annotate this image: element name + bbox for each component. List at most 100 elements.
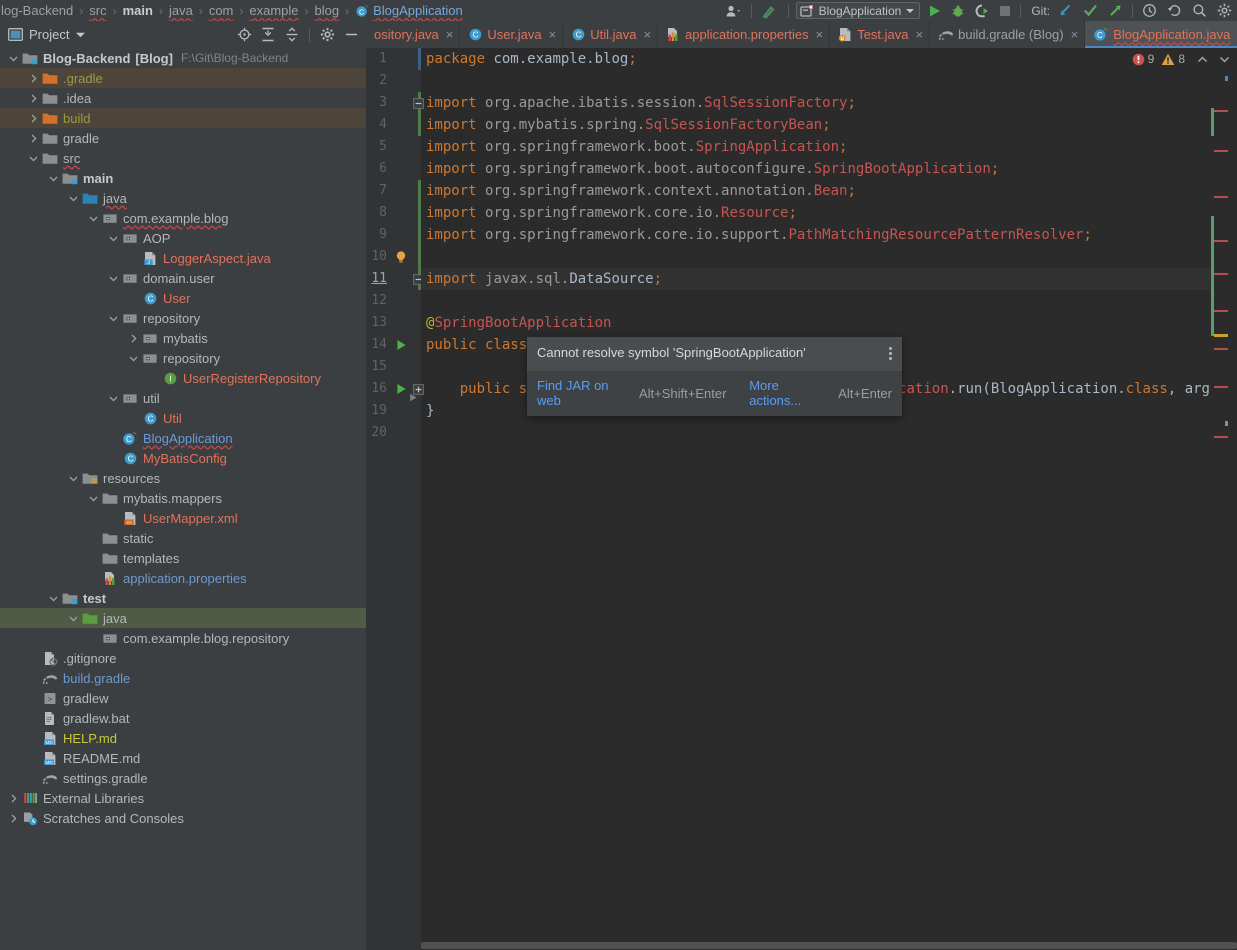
- tree-node-build-gradle[interactable]: build.gradle: [0, 668, 366, 688]
- more-options-icon[interactable]: [877, 345, 892, 362]
- close-icon[interactable]: ×: [916, 28, 924, 41]
- chevron-down-icon[interactable]: [108, 273, 119, 284]
- tree-node-util[interactable]: util: [0, 388, 366, 408]
- breadcrumb-item-example[interactable]: example: [248, 3, 299, 18]
- editor-code-area[interactable]: package com.example.blog; import org.apa…: [421, 48, 1235, 950]
- run-configuration-selector[interactable]: BlogApplication: [795, 2, 921, 19]
- chevron-right-icon[interactable]: [28, 73, 39, 84]
- select-opened-file-icon[interactable]: [233, 24, 255, 46]
- error-stripe-mark[interactable]: [1214, 310, 1228, 312]
- tree-node-mybatis-mappers[interactable]: mybatis.mappers: [0, 488, 366, 508]
- tree-node-readme-md[interactable]: MD README.md: [0, 748, 366, 768]
- code-line[interactable]: @SpringBootApplication: [421, 312, 1210, 334]
- chevron-down-icon[interactable]: [28, 153, 39, 164]
- error-stripe-mark[interactable]: [1214, 240, 1228, 242]
- vcs-change-stripe[interactable]: [1211, 216, 1214, 336]
- update-project-icon[interactable]: [1053, 0, 1078, 21]
- search-everywhere-icon[interactable]: [1187, 0, 1212, 21]
- tree-node-scratches-and-consoles[interactable]: Scratches and Consoles: [0, 808, 366, 828]
- editor-horizontal-scrollbar[interactable]: [421, 940, 1237, 950]
- stop-icon[interactable]: [994, 0, 1016, 21]
- tree-node-settings-gradle[interactable]: settings.gradle: [0, 768, 366, 788]
- breadcrumb-item-main[interactable]: main: [122, 3, 154, 18]
- settings-gear-icon[interactable]: [316, 24, 338, 46]
- tree-node--gradle[interactable]: .gradle: [0, 68, 366, 88]
- close-icon[interactable]: ×: [643, 28, 651, 41]
- user-avatar-icon[interactable]: [720, 0, 747, 21]
- tree-node-loggeraspect-java[interactable]: J LoggerAspect.java: [0, 248, 366, 268]
- code-line[interactable]: [421, 422, 1210, 444]
- chevron-right-icon[interactable]: [128, 333, 139, 344]
- tree-node-templates[interactable]: templates: [0, 548, 366, 568]
- error-stripe-mark[interactable]: [1214, 150, 1228, 152]
- tree-node-resources[interactable]: resources: [0, 468, 366, 488]
- code-line[interactable]: import org.springframework.core.io.Resou…: [421, 202, 1210, 224]
- intention-bulb-icon[interactable]: [394, 246, 408, 268]
- error-stripe-scrollbar[interactable]: [1210, 48, 1237, 950]
- inspection-tooltip-popup[interactable]: Cannot resolve symbol 'SpringBootApplica…: [527, 337, 902, 416]
- editor-tab-test-java[interactable]: Test.java ×: [830, 21, 931, 48]
- tree-node-external-libraries[interactable]: External Libraries: [0, 788, 366, 808]
- tree-node--gitignore[interactable]: .gitignore: [0, 648, 366, 668]
- tree-node-blog-backend[interactable]: Blog-Backend [Blog] F:\Git\Blog-Backend: [0, 48, 366, 68]
- chevron-down-icon[interactable]: [68, 473, 79, 484]
- tree-node-java[interactable]: java: [0, 608, 366, 628]
- find-jar-on-web-action[interactable]: Find JAR on web: [537, 378, 631, 408]
- chevron-down-icon[interactable]: [8, 53, 19, 64]
- vcs-change-stripe[interactable]: [1211, 108, 1214, 136]
- tree-node-help-md[interactable]: MD HELP.md: [0, 728, 366, 748]
- debug-icon[interactable]: [946, 0, 970, 21]
- chevron-down-icon[interactable]: [108, 313, 119, 324]
- editor-gutter[interactable]: 1 2 3 4 5 6 7 8 9 10 11 12 13 14 15 16 19 20: [366, 48, 424, 950]
- breadcrumb-item-blogapplication[interactable]: C BlogApplication: [354, 3, 464, 18]
- code-line[interactable]: import org.springframework.boot.SpringAp…: [421, 136, 1210, 158]
- chevron-down-icon[interactable]: [76, 32, 86, 38]
- tree-node-com-example-blog-repository[interactable]: com.example.blog.repository: [0, 628, 366, 648]
- tree-node-application-properties[interactable]: application.properties: [0, 568, 366, 588]
- error-stripe-mark[interactable]: [1214, 196, 1228, 198]
- code-line[interactable]: import org.springframework.context.annot…: [421, 180, 1210, 202]
- editor-tab-user-java[interactable]: C User.java ×: [460, 21, 564, 48]
- error-stripe-mark[interactable]: [1214, 110, 1228, 112]
- code-line[interactable]: import org.apache.ibatis.session.SqlSess…: [421, 92, 1210, 114]
- tree-node-domain-user[interactable]: domain.user: [0, 268, 366, 288]
- next-problem-icon[interactable]: [1218, 53, 1231, 66]
- build-hammer-icon[interactable]: [756, 0, 784, 21]
- tree-node-blogapplication[interactable]: C BlogApplication: [0, 428, 366, 448]
- previous-problem-icon[interactable]: [1196, 53, 1209, 66]
- tree-node-aop[interactable]: AOP: [0, 228, 366, 248]
- tree-node-gradle[interactable]: gradle: [0, 128, 366, 148]
- breadcrumb[interactable]: log-Backend › src › main › java › com › example › bl…: [0, 0, 464, 21]
- editor-tab-build-gradle-blog-[interactable]: build.gradle (Blog) ×: [930, 21, 1086, 48]
- tree-node-main[interactable]: main: [0, 168, 366, 188]
- tree-node-java[interactable]: java: [0, 188, 366, 208]
- breadcrumb-item-src[interactable]: src: [88, 3, 107, 18]
- tree-node-com-example-blog[interactable]: com.example.blog: [0, 208, 366, 228]
- commit-icon[interactable]: [1078, 0, 1103, 21]
- run-gutter-secondary-icon[interactable]: [406, 391, 420, 403]
- project-tree[interactable]: Blog-Backend [Blog] F:\Git\Blog-Backend .gr…: [0, 48, 366, 950]
- tree-node-mybatisconfig[interactable]: C MyBatisConfig: [0, 448, 366, 468]
- tree-node-repository[interactable]: repository: [0, 308, 366, 328]
- chevron-down-icon[interactable]: [88, 213, 99, 224]
- tree-node-src[interactable]: src: [0, 148, 366, 168]
- scrollbar-thumb[interactable]: [421, 942, 1237, 949]
- inspections-widget[interactable]: 9 8: [1132, 52, 1231, 66]
- chevron-down-icon[interactable]: [48, 173, 59, 184]
- expand-all-icon[interactable]: [257, 24, 279, 46]
- tree-node-build[interactable]: build: [0, 108, 366, 128]
- chevron-down-icon[interactable]: [68, 193, 79, 204]
- editor-tab-ository-java[interactable]: ository.java ×: [366, 21, 461, 48]
- close-icon[interactable]: ×: [446, 28, 454, 41]
- chevron-down-icon[interactable]: [128, 353, 139, 364]
- close-icon[interactable]: ×: [1071, 28, 1079, 41]
- chevron-right-icon[interactable]: [28, 133, 39, 144]
- tree-node-gradlew-bat[interactable]: gradlew.bat: [0, 708, 366, 728]
- editor-tab-application-properties[interactable]: application.properties ×: [658, 21, 831, 48]
- breadcrumb-item-log-backend[interactable]: log-Backend: [0, 3, 74, 18]
- run-with-coverage-icon[interactable]: [970, 0, 994, 21]
- history-icon[interactable]: [1137, 0, 1162, 21]
- revert-icon[interactable]: [1162, 0, 1187, 21]
- chevron-down-icon[interactable]: [88, 493, 99, 504]
- chevron-down-icon[interactable]: [108, 233, 119, 244]
